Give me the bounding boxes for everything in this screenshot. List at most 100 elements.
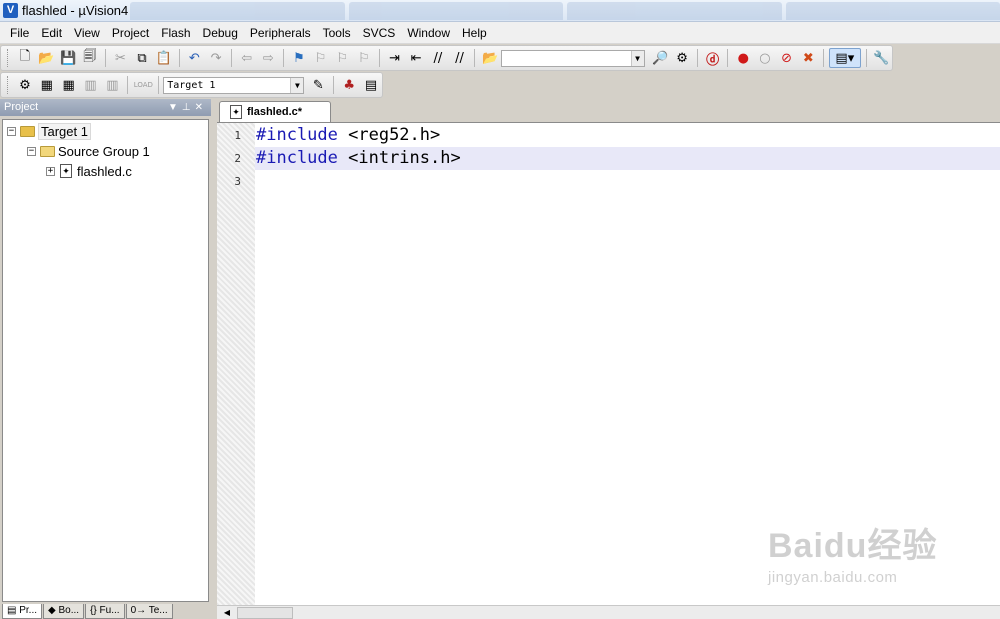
code-line[interactable] [255, 170, 1000, 193]
tab-functions-label: Fu... [99, 605, 120, 616]
save-all-icon[interactable]: 🗐 [80, 48, 100, 68]
clear-bookmarks-icon[interactable]: ⚐ [354, 48, 374, 68]
unindent-icon[interactable]: ⇤ [406, 48, 426, 68]
books-tab-icon: ◆ [48, 605, 59, 616]
menu-edit[interactable]: Edit [35, 22, 68, 44]
menu-help[interactable]: Help [456, 22, 493, 44]
folder-icon [39, 144, 55, 158]
insert-bookmark-icon[interactable]: ⚑ [289, 48, 309, 68]
uncomment-icon[interactable]: // [450, 48, 470, 68]
tab-project[interactable]: ▤ Pr... [2, 604, 43, 619]
open-file-icon[interactable]: 📂 [37, 48, 57, 68]
translate-icon[interactable]: ⚙ [15, 75, 35, 95]
enable-breakpoint-icon[interactable]: ○ [755, 48, 775, 68]
tree-item-file[interactable]: + ✦ flashled.c [46, 162, 132, 180]
collapse-icon[interactable]: − [7, 126, 16, 136]
menu-project[interactable]: Project [106, 22, 155, 44]
find-icon[interactable]: 🔎 [651, 48, 671, 68]
uvision-app-icon[interactable]: V [3, 3, 18, 18]
close-icon[interactable]: ✕ [195, 102, 207, 113]
target-select[interactable]: Target 1 ▼ [163, 76, 305, 94]
disable-all-breakpoints-icon[interactable]: ⊘ [777, 48, 797, 68]
scroll-left-icon[interactable]: ◀ [221, 608, 233, 618]
tree-item-source-group[interactable]: − Source Group 1 [27, 142, 150, 160]
chevron-down-icon[interactable]: ▼ [630, 50, 644, 66]
expand-icon[interactable]: + [46, 166, 55, 176]
horizontal-scrollbar[interactable]: ◀ [217, 605, 1000, 619]
code-line-current[interactable]: #include <intrins.h> [255, 147, 1000, 170]
navigate-back-icon[interactable]: ⇦ [237, 48, 257, 68]
start-debug-icon[interactable]: ⓓ [703, 48, 723, 68]
menu-peripherals[interactable]: Peripherals [244, 22, 317, 44]
tab-functions[interactable]: {} Fu... [85, 604, 125, 619]
tree-item-target[interactable]: − Target 1 [7, 122, 91, 140]
rebuild-icon[interactable]: ▦ [59, 75, 79, 95]
line-number: 1 [234, 129, 241, 142]
stop-build-icon[interactable]: ▥ [102, 75, 122, 95]
tab-templates-label: Te... [148, 605, 168, 616]
chevron-down-icon[interactable]: ▼ [290, 77, 304, 93]
window-layout-icon[interactable]: ▤▾ [829, 48, 861, 68]
comment-icon[interactable]: // [428, 48, 448, 68]
menu-window[interactable]: Window [401, 22, 456, 44]
tab-books[interactable]: ◆ Bo... [43, 604, 85, 619]
batch-build-icon[interactable]: ▥ [81, 75, 101, 95]
redo-icon[interactable]: ↷ [206, 48, 226, 68]
previous-bookmark-icon[interactable]: ⚐ [311, 48, 331, 68]
indent-icon[interactable]: ⇥ [385, 48, 405, 68]
editor-tab-flashled[interactable]: ✦ flashled.c* [219, 101, 331, 122]
code-text: <reg52.h> [337, 125, 441, 145]
kill-all-breakpoints-icon[interactable]: ✖ [798, 48, 818, 68]
project-panel-header: Project ▼⊥✕ [0, 99, 211, 116]
tab-templates[interactable]: 0→ Te... [125, 604, 173, 619]
incremental-find-icon[interactable]: ⚙ [672, 48, 692, 68]
line-number: 3 [234, 175, 241, 188]
toolbar-separator [178, 49, 180, 67]
tree-group-label: Source Group 1 [58, 143, 150, 159]
select-packet-icon[interactable]: ▤ [361, 75, 381, 95]
menu-tools[interactable]: Tools [317, 22, 357, 44]
download-load-icon[interactable]: LOAD [133, 75, 153, 95]
watermark-logo: Baidu经验 [768, 527, 938, 565]
navigate-forward-icon[interactable]: ⇨ [258, 48, 278, 68]
panel-menu-icon[interactable]: ▼ [168, 102, 182, 113]
manage-components-icon[interactable]: ♣ [339, 75, 359, 95]
tab-project-label: Pr... [19, 605, 38, 616]
menu-bar: File Edit View Project Flash Debug Perip… [0, 22, 1000, 44]
toolbar-separator [378, 49, 380, 67]
menu-flash[interactable]: Flash [155, 22, 196, 44]
next-bookmark-icon[interactable]: ⚐ [332, 48, 352, 68]
line-number: 2 [234, 152, 241, 165]
save-icon[interactable]: 💾 [58, 48, 78, 68]
target-options-icon[interactable]: ✎ [308, 75, 328, 95]
find-in-files-icon[interactable]: 📂 [480, 48, 500, 68]
menu-svcs[interactable]: SVCS [357, 22, 402, 44]
configure-wrench-icon[interactable]: 🔧 [872, 48, 892, 68]
menu-debug[interactable]: Debug [197, 22, 244, 44]
background-browser-tabs [130, 2, 1000, 20]
new-file-icon[interactable]: 🗋 [15, 48, 35, 68]
preprocessor-keyword: #include [256, 125, 338, 145]
pin-icon[interactable]: ⊥ [182, 102, 195, 113]
line-number-gutter[interactable]: 1 2 3 [217, 123, 255, 605]
find-combo[interactable]: ▼ [501, 49, 645, 67]
insert-breakpoint-icon[interactable]: ● [733, 48, 753, 68]
code-line[interactable]: #include <reg52.h> [255, 124, 1000, 147]
menu-file[interactable]: File [4, 22, 35, 44]
project-panel-tabs: ▤ Pr... ◆ Bo... {} Fu... 0→ Te... [2, 604, 174, 619]
build-icon[interactable]: ▦ [37, 75, 57, 95]
copy-icon[interactable]: ⧉ [132, 48, 152, 68]
scrollbar-thumb[interactable] [237, 607, 293, 619]
c-file-icon: ✦ [230, 105, 242, 119]
undo-icon[interactable]: ↶ [185, 48, 205, 68]
collapse-icon[interactable]: − [27, 146, 36, 156]
cut-icon[interactable]: ✂ [111, 48, 131, 68]
menu-view[interactable]: View [68, 22, 106, 44]
toolbar-grip[interactable] [7, 49, 10, 67]
toolbar-separator [333, 76, 335, 94]
templates-tab-icon: 0→ [130, 605, 149, 616]
paste-icon[interactable]: 📋 [154, 48, 174, 68]
toolbar-separator [127, 76, 129, 94]
toolbar-grip[interactable] [7, 76, 10, 94]
editor-tab-label: flashled.c* [247, 106, 303, 118]
